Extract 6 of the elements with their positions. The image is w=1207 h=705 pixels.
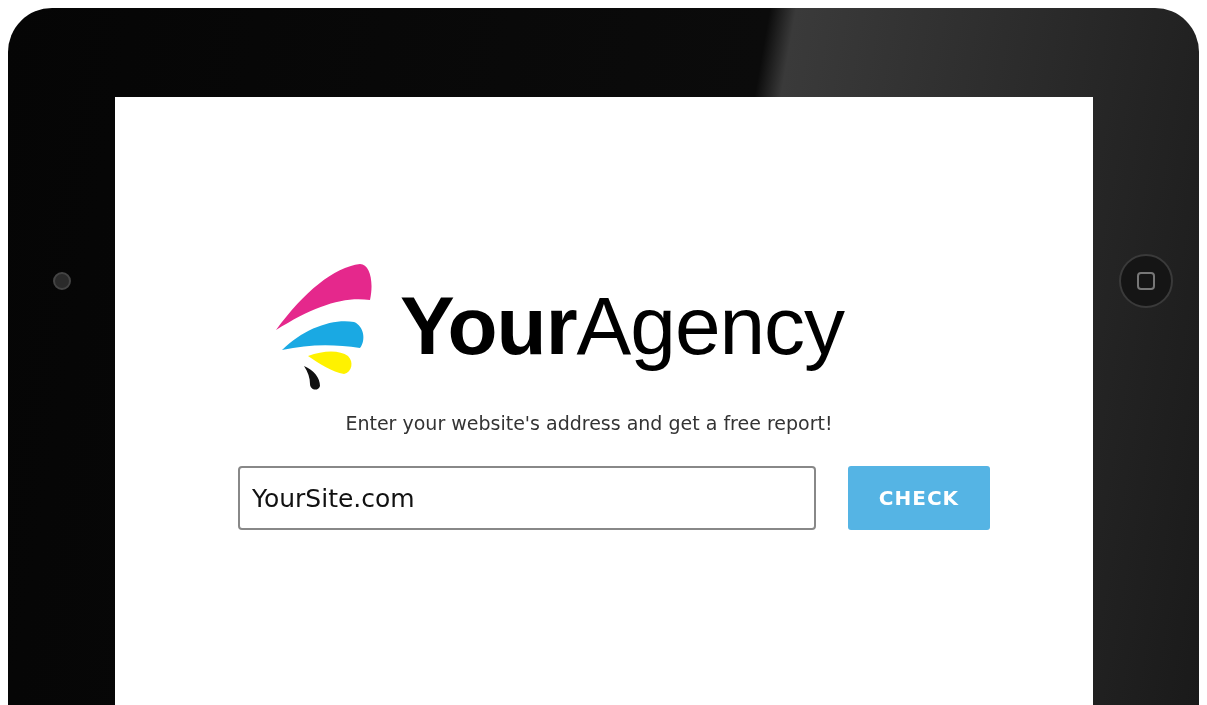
url-input-field[interactable]: YourSite.com	[238, 466, 816, 530]
camera-icon	[52, 272, 71, 290]
logo-text: YourAgency	[399, 279, 845, 373]
logo-icon	[273, 262, 372, 390]
home-button[interactable]	[1119, 254, 1173, 308]
tagline-text: Enter your website's address and get a free report!	[345, 412, 833, 434]
